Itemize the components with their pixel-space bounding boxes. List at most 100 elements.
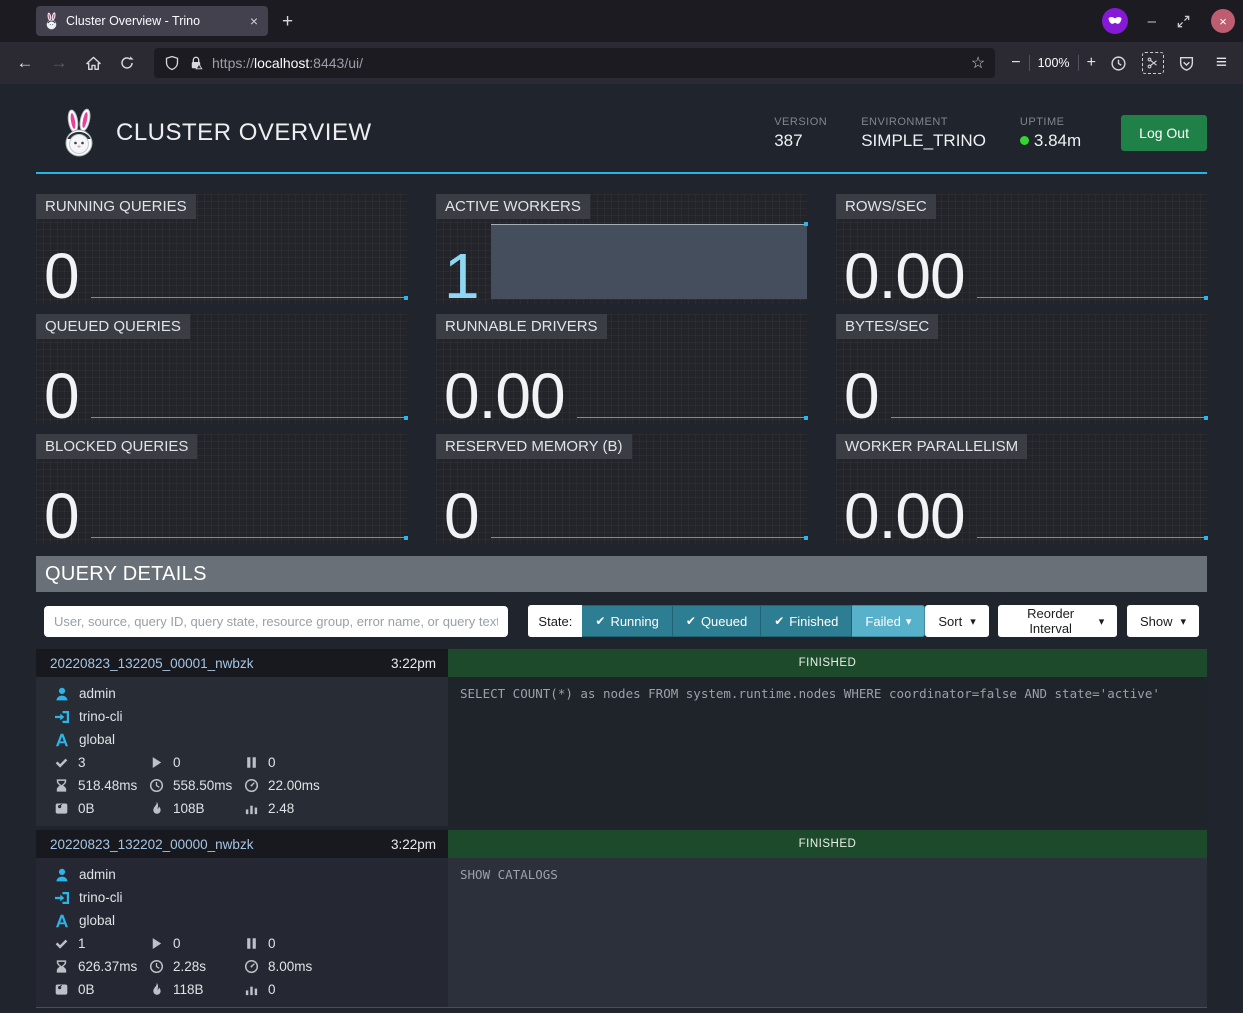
- uptime-stat: UPTIME 3.84m: [1020, 116, 1081, 151]
- query-resource-group: global: [79, 913, 115, 928]
- zoom-out-button[interactable]: −: [1011, 54, 1020, 72]
- sign-in-icon: [54, 709, 70, 725]
- stat-card-runnable-drivers: 0.00 RUNNABLE DRIVERS: [436, 314, 807, 424]
- trino-logo-icon: [58, 108, 100, 158]
- query-meta: admin trino-cli global 1 0 0 626.37ms 2.…: [36, 858, 448, 1007]
- check-icon: ✔: [595, 614, 605, 628]
- gauge-icon: [244, 778, 259, 793]
- filter-finished-button[interactable]: ✔ Finished: [761, 605, 852, 637]
- query-text: SELECT COUNT(*) as nodes FROM system.run…: [448, 677, 1207, 826]
- scale-icon: [54, 801, 69, 816]
- stat-card-bytes-sec: 0 BYTES/SEC: [836, 314, 1207, 424]
- bookmark-star-icon[interactable]: ☆: [971, 53, 985, 73]
- stat-card-rows-sec: 0.00 ROWS/SEC: [836, 194, 1207, 304]
- flame-icon: [149, 982, 164, 997]
- zoom-in-button[interactable]: +: [1087, 54, 1096, 72]
- window-restore-button[interactable]: [1176, 14, 1191, 29]
- chevron-down-icon: ▾: [1099, 615, 1105, 628]
- sparkline: [491, 224, 807, 299]
- user-icon: [54, 867, 70, 883]
- cluster-header: CLUSTER OVERVIEW VERSION 387 ENVIRONMENT…: [36, 84, 1207, 174]
- wall-time: 626.37ms: [78, 959, 137, 974]
- chevron-down-icon: ▾: [970, 615, 976, 628]
- queued-splits: 0: [268, 755, 276, 770]
- window-close-button[interactable]: ×: [1211, 9, 1235, 33]
- cpu-time: 2.28s: [173, 959, 206, 974]
- private-browsing-icon: [1102, 8, 1128, 34]
- query-time: 3:22pm: [391, 656, 436, 671]
- query-row: 20220823_132202_00000_nwbzk 3:22pm FINIS…: [36, 830, 1207, 1008]
- state-filter-label: State:: [528, 605, 582, 637]
- hourglass-icon: [54, 959, 69, 974]
- completed-splits: 1: [78, 936, 86, 951]
- play-icon: [149, 936, 164, 951]
- zoom-level[interactable]: 100%: [1038, 56, 1070, 70]
- new-tab-button[interactable]: +: [282, 12, 293, 31]
- back-button[interactable]: ←: [10, 48, 40, 78]
- browser-tab[interactable]: Cluster Overview - Trino ×: [36, 6, 268, 36]
- window-minimize-button[interactable]: –: [1148, 13, 1156, 30]
- query-time: 3:22pm: [391, 837, 436, 852]
- query-status-bar: FINISHED: [448, 830, 1207, 858]
- filter-queued-button[interactable]: ✔ Queued: [673, 605, 761, 637]
- gauge-icon: [244, 959, 259, 974]
- font-icon: [54, 913, 70, 929]
- forward-button[interactable]: →: [44, 48, 74, 78]
- running-splits: 0: [173, 755, 181, 770]
- completed-splits: 3: [78, 755, 86, 770]
- sparkline: [977, 537, 1207, 538]
- check-icon: [54, 755, 69, 770]
- sparkline: [491, 537, 807, 538]
- filter-failed-dropdown[interactable]: Failed ▾: [852, 605, 925, 637]
- scale-icon: [54, 982, 69, 997]
- window-controls: – ×: [1102, 0, 1235, 42]
- stats-grid: 0 RUNNING QUERIES 1 ACTIVE WORKERS 0.00 …: [36, 194, 1207, 544]
- wall-time: 518.48ms: [78, 778, 137, 793]
- sparkline: [891, 417, 1207, 418]
- home-button[interactable]: [78, 48, 108, 78]
- state-filter-group: State: ✔ Running ✔ Queued ✔ Finished Fai…: [528, 605, 925, 637]
- pause-icon: [244, 936, 259, 951]
- blocked-time: 22.00ms: [268, 778, 320, 793]
- stat-card-queued-queries: 0 QUEUED QUERIES: [36, 314, 407, 424]
- url-domain: localhost: [254, 55, 309, 71]
- screenshot-button[interactable]: [1138, 48, 1168, 78]
- query-id-link[interactable]: 20220823_132202_00000_nwbzk: [50, 837, 253, 852]
- environment-stat: ENVIRONMENT SIMPLE_TRINO: [861, 116, 986, 151]
- filter-running-button[interactable]: ✔ Running: [582, 605, 673, 637]
- page-title: CLUSTER OVERVIEW: [116, 119, 372, 147]
- url-text[interactable]: https://localhost:8443/ui/: [212, 55, 963, 71]
- reorder-interval-dropdown[interactable]: Reorder Interval ▾: [998, 605, 1118, 637]
- browser-tab-bar: Cluster Overview - Trino × + – ×: [0, 0, 1243, 42]
- play-icon: [149, 755, 164, 770]
- sparkline: [91, 417, 407, 418]
- sparkline: [577, 417, 807, 418]
- menu-button[interactable]: ≡: [1216, 52, 1227, 74]
- stat-card-running-queries: 0 RUNNING QUERIES: [36, 194, 407, 304]
- show-dropdown[interactable]: Show ▾: [1127, 605, 1199, 637]
- stat-card-reserved-memory: 0 RESERVED MEMORY (B): [436, 434, 807, 544]
- sparkline: [91, 297, 407, 298]
- query-search-input[interactable]: [44, 606, 508, 637]
- logout-button[interactable]: Log Out: [1121, 115, 1207, 151]
- uptime-value: 3.84m: [1034, 131, 1081, 151]
- query-status-bar: FINISHED: [448, 649, 1207, 677]
- query-id-link[interactable]: 20220823_132205_00001_nwbzk: [50, 656, 253, 671]
- shield-icon[interactable]: [164, 55, 180, 71]
- clock-icon: [149, 959, 164, 974]
- cpu-time: 558.50ms: [173, 778, 232, 793]
- pocket-button[interactable]: [1172, 48, 1202, 78]
- queued-splits: 0: [268, 936, 276, 951]
- version-stat: VERSION 387: [774, 116, 827, 151]
- lock-warning-icon[interactable]: [188, 55, 204, 71]
- query-resource-group: global: [79, 732, 115, 747]
- sort-dropdown[interactable]: Sort ▾: [925, 605, 988, 637]
- trino-favicon-icon: [44, 12, 59, 30]
- reload-button[interactable]: [112, 48, 142, 78]
- check-icon: [54, 936, 69, 951]
- tab-close-icon[interactable]: ×: [248, 14, 260, 28]
- query-text: SHOW CATALOGS: [448, 858, 1207, 1007]
- query-source: trino-cli: [79, 709, 123, 724]
- url-bar[interactable]: https://localhost:8443/ui/ ☆: [154, 48, 995, 78]
- history-button[interactable]: [1104, 48, 1134, 78]
